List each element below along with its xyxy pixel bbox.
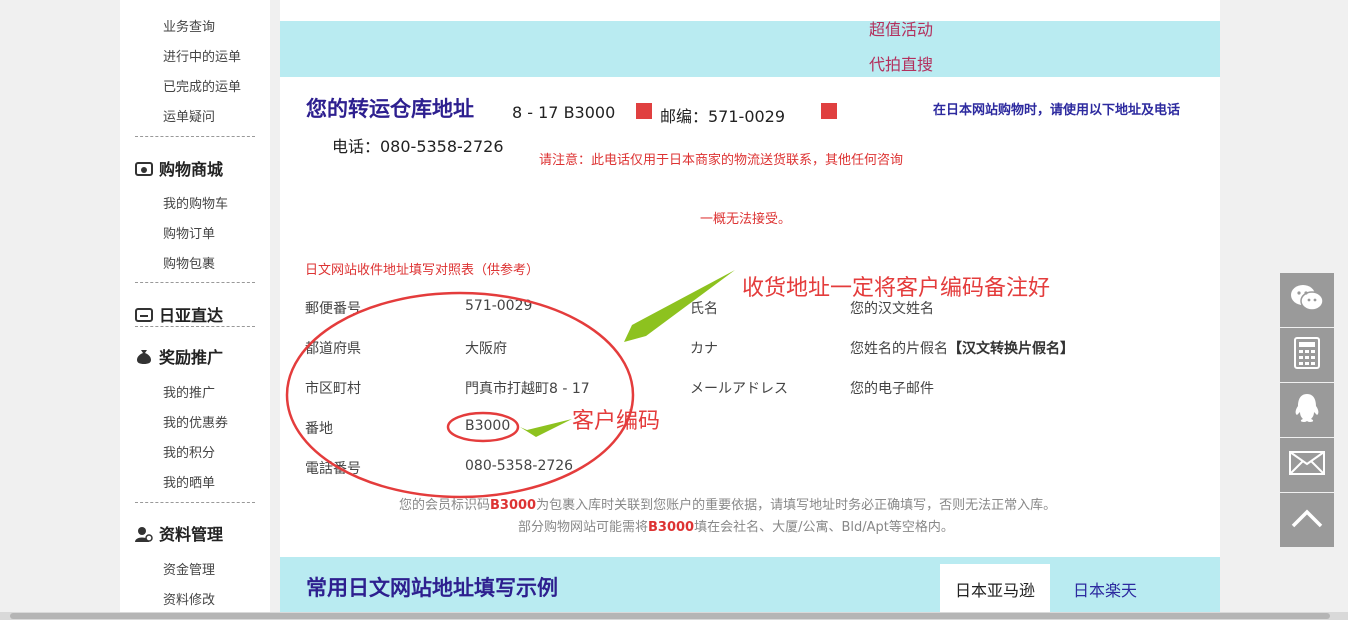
sidebar-head-label: 奖励推广 [159, 348, 224, 367]
scrollbar-thumb[interactable] [10, 613, 1330, 619]
phone-number: 电话：080-5358-2726 [332, 137, 504, 156]
arrow-address [624, 270, 735, 342]
sidebar-head-shop: 购物商城 [135, 156, 223, 180]
field-label: 都道府県 [305, 341, 361, 357]
page-title: 您的转运仓库地址 [306, 97, 474, 121]
wechat-icon [1290, 283, 1324, 317]
sidebar-divider [135, 282, 255, 283]
sidebar-item-funds[interactable]: 资金管理 [163, 559, 215, 578]
member-code: B3000 [648, 520, 695, 535]
sidebar-head-label: 日亚直达 [159, 306, 224, 325]
zip-code: 邮编：571-0029 [660, 107, 786, 126]
sidebar-head-reward: 奖励推广 [135, 344, 223, 368]
field-value: 571-0029 [465, 298, 533, 314]
address-line: 8 - 17 B3000 [512, 103, 616, 122]
qq-icon [1293, 392, 1321, 428]
member-code-note: 您的会员标识码B3000为包裹入库时关联到您账户的重要依据，请填写地址时务必正确… [399, 494, 1056, 513]
note-text: 部分购物网站可能需将 [518, 520, 649, 535]
sidebar-item-business-query[interactable]: 业务查询 [163, 16, 215, 35]
sidebar-item-active-waybills[interactable]: 进行中的运单 [163, 46, 241, 65]
field-value-emphasis: 【汉文转换片假名】 [948, 341, 1074, 357]
member-code: B3000 [490, 498, 537, 513]
annotation-address-tip: 收货地址一定将客户编码备注好 [742, 276, 1051, 301]
reference-table-title: 日文网站收件地址填写对照表（供参考） [305, 263, 540, 278]
field-label: メールアドレス [690, 381, 788, 397]
sidebar-item-parcels[interactable]: 购物包裹 [163, 253, 215, 272]
member-code-note-2: 部分购物网站可能需将B3000填在会社名、大厦/公寓、Bld/Apt等空格内。 [518, 516, 954, 535]
mail-button[interactable] [1280, 438, 1334, 492]
link-special-offers[interactable]: 超值活动 [869, 16, 933, 40]
field-label: 電話番号 [305, 461, 361, 477]
sidebar-item-orders[interactable]: 购物订单 [163, 223, 215, 242]
field-label: 郵便番号 [305, 301, 361, 317]
field-value: 您的电子邮件 [850, 381, 934, 397]
arrow-code [520, 419, 572, 437]
field-value: 大阪府 [465, 341, 507, 357]
field-value-text: 您姓名的片假名 [850, 341, 948, 357]
customer-code-value: B3000 [465, 418, 511, 434]
sidebar-head-jp-direct[interactable]: 日亚直达 [135, 302, 223, 326]
tab-rakuten[interactable]: 日本楽天 [1060, 564, 1150, 612]
sidebar: 业务查询 进行中的运单 已完成的运单 运单疑问 购物商城 我的购物车 购物订单 … [120, 0, 270, 612]
horizontal-scrollbar[interactable] [0, 612, 1348, 620]
tab-amazon-jp[interactable]: 日本亚马逊 [940, 564, 1050, 612]
field-value: 門真市打越町8 - 17 [465, 381, 590, 397]
floating-toolbar [1280, 273, 1334, 548]
examples-title: 常用日文网站地址填写示例 [306, 576, 558, 600]
sidebar-item-edit-profile[interactable]: 资料修改 [163, 589, 215, 608]
qq-button[interactable] [1280, 383, 1334, 437]
wechat-button[interactable] [1280, 273, 1334, 327]
phone-note: 请注意：此电话仅用于日本商家的物流送货联系，其他任何咨询 [539, 153, 904, 168]
mail-icon [1289, 451, 1325, 479]
sidebar-item-showcase[interactable]: 我的晒单 [163, 472, 215, 491]
top-banner [280, 21, 1220, 77]
sidebar-item-completed-waybills[interactable]: 已完成的运单 [163, 76, 241, 95]
sidebar-item-waybill-issues[interactable]: 运单疑问 [163, 106, 215, 125]
sidebar-item-coupons[interactable]: 我的优惠券 [163, 412, 228, 431]
money-bag-icon [135, 349, 153, 365]
annotation-code-tip: 客户编码 [572, 409, 661, 434]
user-icon [135, 526, 153, 542]
note-text: 为包裹入库时关联到您账户的重要依据，请填写地址时务必正确填写，否则无法正常入库。 [536, 498, 1057, 513]
field-value: 080-5358-2726 [465, 458, 574, 474]
sidebar-item-cart[interactable]: 我的购物车 [163, 193, 228, 212]
marker-square [821, 103, 837, 119]
sidebar-divider [135, 326, 255, 327]
calculator-button[interactable] [1280, 328, 1334, 382]
back-to-top-icon [1291, 508, 1323, 532]
sidebar-head-label: 购物商城 [159, 160, 224, 179]
phone-note-cont: 一概无法接受。 [700, 212, 792, 227]
field-label: 番地 [305, 421, 333, 437]
sidebar-head-profile: 资料管理 [135, 521, 223, 545]
sidebar-head-label: 资料管理 [159, 525, 224, 544]
main-content: 超值活动 代拍直搜 8 - 17 B3000 您的转运仓库地址 邮编：571-0… [280, 0, 1220, 612]
note-text: 填在会社名、大厦/公寓、Bld/Apt等空格内。 [694, 520, 954, 535]
field-label: 市区町村 [305, 381, 361, 397]
jp-direct-icon [135, 307, 153, 323]
sidebar-divider [135, 502, 255, 503]
marker-square [636, 103, 652, 119]
shop-icon [135, 161, 153, 177]
field-label: カナ [690, 341, 718, 357]
sidebar-item-points[interactable]: 我的积分 [163, 442, 215, 461]
address-hint: 在日本网站购物时，请使用以下地址及电话 [933, 103, 1181, 118]
sidebar-divider [135, 136, 255, 137]
sidebar-item-promotion[interactable]: 我的推广 [163, 382, 215, 401]
link-proxy-search[interactable]: 代拍直搜 [869, 51, 933, 75]
field-label: 氏名 [690, 301, 718, 317]
calculator-icon [1294, 337, 1320, 373]
field-value: 您姓名的片假名【汉文转换片假名】 [850, 338, 1074, 358]
back-to-top-button[interactable] [1280, 493, 1334, 547]
note-text: 您的会员标识码 [399, 498, 491, 513]
